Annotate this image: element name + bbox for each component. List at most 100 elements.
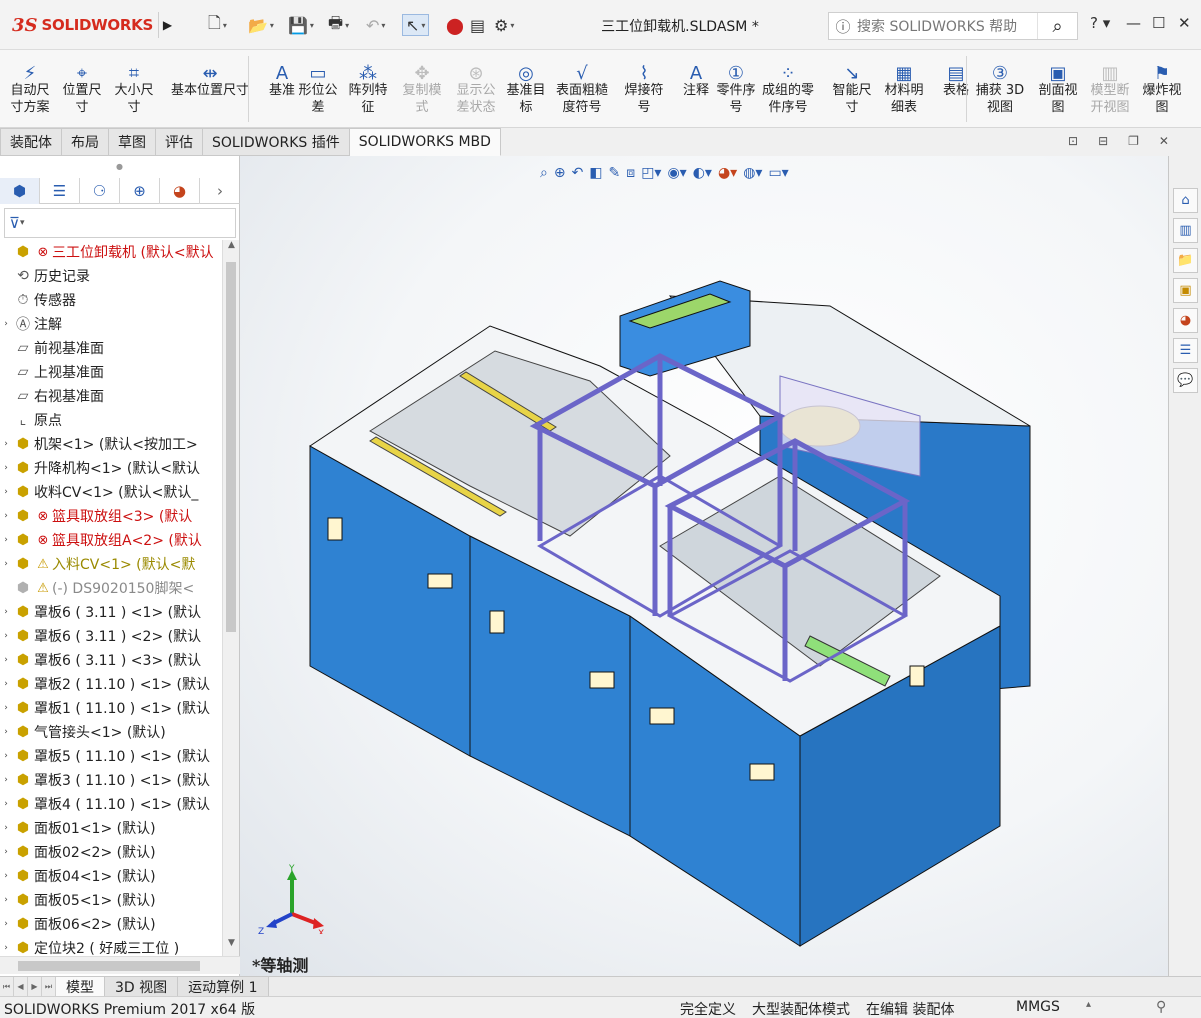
basic-location-dimension-button[interactable]: ⇹ 基本位置尺寸 bbox=[164, 54, 256, 99]
viewport-restore-icon[interactable]: ⊡ bbox=[1068, 134, 1078, 154]
unit-system-button[interactable]: MMGS bbox=[1016, 999, 1060, 1015]
expand-arrow-icon[interactable]: › bbox=[0, 727, 12, 737]
expand-arrow-icon[interactable]: › bbox=[0, 319, 12, 329]
last-tab-arrow-icon[interactable]: ⏭ bbox=[42, 977, 56, 996]
search-magnifier-icon[interactable]: ⌕ bbox=[1037, 13, 1077, 39]
tree-item[interactable]: ⏱ 传感器 bbox=[0, 288, 222, 312]
expand-arrow-icon[interactable]: › bbox=[0, 439, 12, 449]
bottom-tab-1[interactable]: 3D 视图 bbox=[105, 977, 179, 997]
tree-item[interactable]: › ⬢ 升降机构<1> (默认<默认 bbox=[0, 456, 222, 480]
tree-item[interactable]: › ⬢ 罩板6 ( 3.11 ) <2> (默认 bbox=[0, 624, 222, 648]
hscroll-thumb[interactable] bbox=[18, 961, 200, 971]
tab-5[interactable]: SOLIDWORKS MBD bbox=[349, 128, 501, 156]
save-icon[interactable]: 💾 ▾ bbox=[288, 14, 314, 36]
solidworks-logo[interactable]: 3S SOLIDWORKS bbox=[12, 13, 153, 37]
stacked-balloon-button[interactable]: ⁘ 成组的零 件序号 bbox=[762, 54, 814, 116]
dimxpert-manager-tab-icon[interactable]: ⊕ bbox=[120, 178, 160, 204]
new-document-icon[interactable]: 🗋 ▾ bbox=[208, 13, 227, 36]
undo-icon[interactable]: ↶ ▾ bbox=[366, 14, 385, 36]
options-gear-icon[interactable]: ⚙ ▾ bbox=[494, 14, 514, 36]
tree-item[interactable]: › ⬢ 罩板6 ( 3.11 ) <1> (默认 bbox=[0, 600, 222, 624]
section-view-button[interactable]: ▣ 剖面视 图 bbox=[1032, 54, 1084, 116]
geometric-tolerance-button[interactable]: ▭ 形位公 差 bbox=[292, 54, 344, 116]
tree-item[interactable]: › ⬢ 罩板3 ( 11.10 ) <1> (默认 bbox=[0, 768, 222, 792]
expand-arrow-icon[interactable]: › bbox=[0, 631, 12, 641]
expand-arrow-icon[interactable]: › bbox=[0, 775, 12, 785]
more-tabs-arrow-icon[interactable]: › bbox=[200, 178, 240, 204]
tree-item[interactable]: ⟲ 历史记录 bbox=[0, 264, 222, 288]
tab-0[interactable]: 装配体 bbox=[0, 128, 62, 156]
solidworks-forum-icon[interactable]: 💬 bbox=[1173, 368, 1198, 393]
custom-properties-icon[interactable]: ☰ bbox=[1173, 338, 1198, 363]
datum-target-button[interactable]: ◎ 基准目 标 bbox=[500, 54, 552, 116]
expand-arrow-icon[interactable]: › bbox=[0, 895, 12, 905]
assembly-model-3d[interactable] bbox=[240, 156, 1168, 976]
tree-item[interactable]: ▱ 前视基准面 bbox=[0, 336, 222, 360]
tree-item[interactable]: ⬢ ⊗ 三工位卸载机 (默认<默认 bbox=[0, 240, 222, 264]
expand-arrow-icon[interactable]: › bbox=[0, 919, 12, 929]
design-library-icon[interactable]: ▥ bbox=[1173, 218, 1198, 243]
bottom-tab-0[interactable]: 模型 bbox=[56, 977, 105, 997]
minimize-window-icon[interactable]: — bbox=[1126, 14, 1141, 32]
search-input[interactable]: 搜索 SOLIDWORKS 帮助 bbox=[857, 16, 1037, 36]
expand-arrow-icon[interactable]: › bbox=[0, 823, 12, 833]
show-tolerance-status-button[interactable]: ⊛ 显示公 差状态 bbox=[450, 54, 502, 116]
feature-manager-tab-icon[interactable]: ⬢ bbox=[0, 178, 40, 204]
location-dimension-button[interactable]: ⌖ 位置尺 寸 bbox=[56, 54, 108, 116]
tree-item[interactable]: ⬢ ⚠ (-) DS9020150脚架< bbox=[0, 576, 222, 600]
editing-status-text[interactable]: 在编辑 装配体 bbox=[866, 999, 954, 1018]
viewport-close-icon[interactable]: ✕ bbox=[1159, 134, 1169, 154]
open-document-icon[interactable]: 📂 ▾ bbox=[248, 14, 274, 36]
scroll-down-arrow-icon[interactable]: ▼ bbox=[223, 938, 240, 956]
tree-item[interactable]: › ⬢ 罩板2 ( 11.10 ) <1> (默认 bbox=[0, 672, 222, 696]
tree-item[interactable]: ⌞ 原点 bbox=[0, 408, 222, 432]
surface-finish-button[interactable]: √ 表面粗糙 度符号 bbox=[556, 54, 608, 116]
solidworks-resources-home-icon[interactable]: ⌂ bbox=[1173, 188, 1198, 213]
tree-item[interactable]: › ⬢ 定位块2 ( 好威三工位 ) bbox=[0, 936, 222, 956]
view-palette-icon[interactable]: ▣ bbox=[1173, 278, 1198, 303]
expand-arrow-icon[interactable]: › bbox=[0, 847, 12, 857]
weld-symbol-button[interactable]: ⌇ 焊接符 号 bbox=[618, 54, 670, 116]
expand-arrow-icon[interactable]: › bbox=[0, 679, 12, 689]
size-dimension-button[interactable]: ⌗ 大小尺 寸 bbox=[108, 54, 160, 116]
tree-vertical-scrollbar[interactable]: ▲ ▼ bbox=[222, 240, 239, 956]
select-cursor-icon[interactable]: ↖ ▾ bbox=[402, 14, 430, 36]
explode-view-button[interactable]: ⚑ 爆炸视 图 bbox=[1136, 54, 1188, 116]
menu-expand-arrow-icon[interactable]: ▶ bbox=[158, 12, 176, 38]
tree-item[interactable]: › ⬢ 面板01<1> (默认) bbox=[0, 816, 222, 840]
expand-arrow-icon[interactable]: › bbox=[0, 751, 12, 761]
filter-funnel-icon[interactable]: ⊽ bbox=[9, 214, 20, 232]
tree-item[interactable]: ▱ 右视基准面 bbox=[0, 384, 222, 408]
bottom-tab-2[interactable]: 运动算例 1 bbox=[178, 977, 269, 997]
model-break-view-button[interactable]: ▥ 模型断 开视图 bbox=[1084, 54, 1136, 116]
tab-3[interactable]: 评估 bbox=[156, 128, 203, 156]
copy-scheme-button[interactable]: ✥ 复制模 式 bbox=[396, 54, 448, 116]
tree-item[interactable]: › ⬢ 气管接头<1> (默认) bbox=[0, 720, 222, 744]
tree-horizontal-scrollbar[interactable] bbox=[0, 956, 240, 974]
expand-arrow-icon[interactable]: › bbox=[0, 703, 12, 713]
quick-tips-icon[interactable]: ⚲ bbox=[1156, 999, 1166, 1015]
tab-1[interactable]: 布局 bbox=[62, 128, 109, 156]
tab-4[interactable]: SOLIDWORKS 插件 bbox=[203, 128, 350, 156]
expand-arrow-icon[interactable]: › bbox=[0, 799, 12, 809]
tree-item[interactable]: › ⬢ 罩板6 ( 3.11 ) <3> (默认 bbox=[0, 648, 222, 672]
scroll-up-arrow-icon[interactable]: ▲ bbox=[223, 240, 240, 258]
smart-dimension-button[interactable]: ↘ 智能尺 寸 bbox=[826, 54, 878, 116]
next-tab-arrow-icon[interactable]: ▶ bbox=[28, 977, 42, 996]
help-menu-icon[interactable]: ? ▾ bbox=[1090, 14, 1110, 32]
file-explorer-icon[interactable]: 📁 bbox=[1173, 248, 1198, 273]
expand-arrow-icon[interactable]: › bbox=[0, 463, 12, 473]
bom-button[interactable]: ▦ 材料明 细表 bbox=[878, 54, 930, 116]
tree-item[interactable]: › ⬢ 面板04<1> (默认) bbox=[0, 864, 222, 888]
expand-arrow-icon[interactable]: › bbox=[0, 655, 12, 665]
tree-item[interactable]: ▱ 上视基准面 bbox=[0, 360, 222, 384]
help-question-icon[interactable]: ⓘ bbox=[829, 16, 857, 37]
capture-3d-view-button[interactable]: ③ 捕获 3D 视图 bbox=[974, 54, 1026, 116]
expand-arrow-icon[interactable]: › bbox=[0, 559, 12, 569]
viewport-cascade-icon[interactable]: ❐ bbox=[1128, 134, 1139, 154]
expand-arrow-icon[interactable]: › bbox=[0, 943, 12, 953]
first-tab-arrow-icon[interactable]: ⏮ bbox=[0, 977, 14, 996]
configuration-manager-tab-icon[interactable]: ⚆ bbox=[80, 178, 120, 204]
tree-item[interactable]: › ⬢ 面板06<2> (默认) bbox=[0, 912, 222, 936]
display-manager-tab-icon[interactable]: ◕ bbox=[160, 178, 200, 204]
